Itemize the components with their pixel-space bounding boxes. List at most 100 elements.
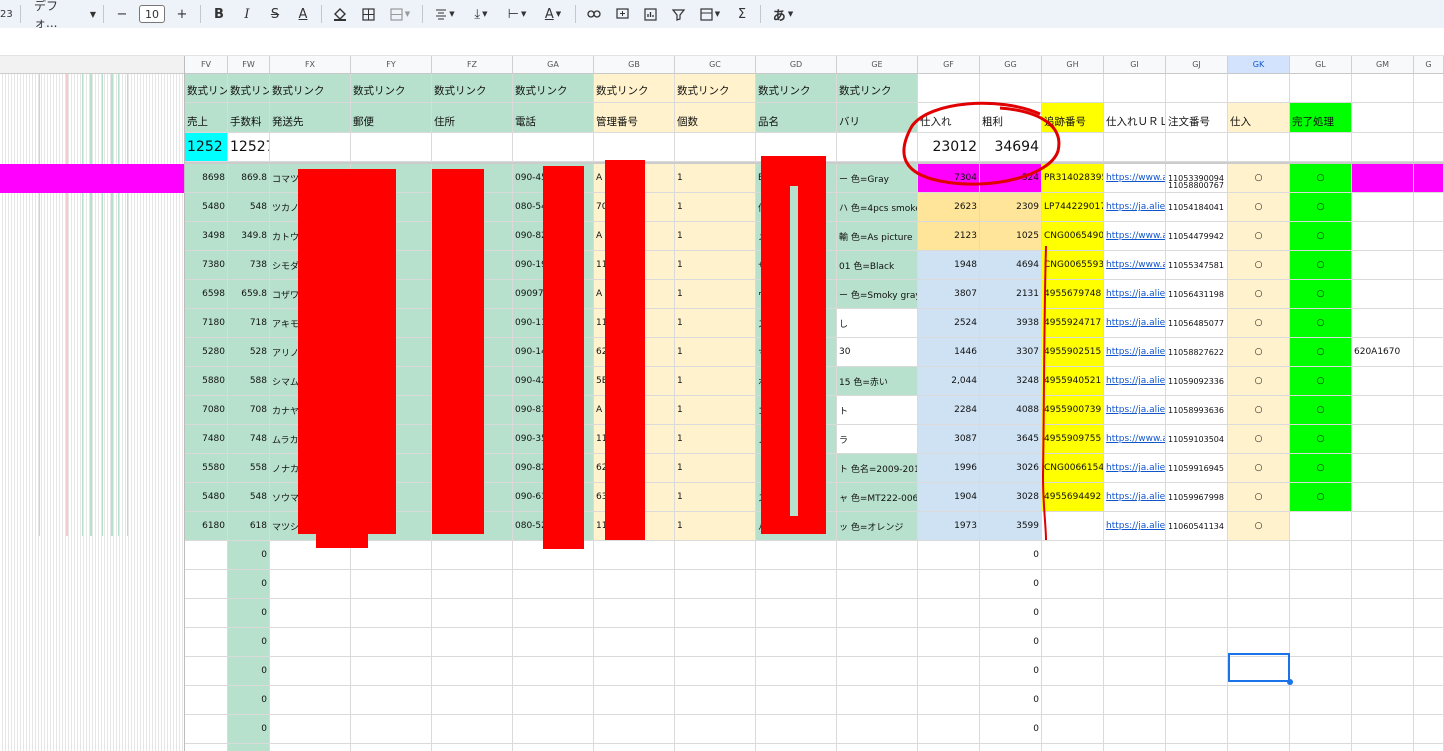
formula-label-cell[interactable]: 数式リンク: [837, 74, 918, 103]
empty-cell[interactable]: [594, 628, 675, 657]
empty-cell[interactable]: [1228, 570, 1290, 599]
table-cell[interactable]: 4955900739: [1042, 396, 1104, 425]
table-cell[interactable]: [1414, 280, 1444, 309]
table-cell[interactable]: [1414, 512, 1444, 541]
empty-cell[interactable]: [1290, 657, 1352, 686]
table-cell[interactable]: [1290, 512, 1352, 541]
functions-button[interactable]: Σ: [731, 3, 753, 25]
empty-cell[interactable]: [918, 599, 980, 628]
column-header-gg[interactable]: GG: [980, 56, 1042, 74]
total-cell[interactable]: 1252: [185, 133, 228, 162]
empty-cell[interactable]: [837, 541, 918, 570]
column-header-gb[interactable]: GB: [594, 56, 675, 74]
empty-cell[interactable]: [432, 541, 513, 570]
table-cell[interactable]: 11060541134: [1166, 512, 1228, 541]
empty-cell[interactable]: [432, 570, 513, 599]
table-cell[interactable]: ○: [1290, 222, 1352, 251]
total-cell[interactable]: [1104, 133, 1166, 162]
empty-cell[interactable]: [1166, 541, 1228, 570]
table-cell[interactable]: ハ 色=4pcs smoke: [837, 193, 918, 222]
empty-cell[interactable]: [1414, 744, 1444, 751]
empty-cell[interactable]: [270, 715, 351, 744]
formula-label-cell[interactable]: 数式リンク: [594, 74, 675, 103]
table-cell[interactable]: 5880: [185, 367, 228, 396]
table-cell[interactable]: [1414, 367, 1444, 396]
empty-cell[interactable]: [756, 686, 837, 715]
table-cell[interactable]: 1446: [918, 338, 980, 367]
table-cell[interactable]: ○: [1228, 309, 1290, 338]
empty-cell[interactable]: [1290, 744, 1352, 751]
empty-cell[interactable]: [513, 628, 594, 657]
table-cell[interactable]: 3248: [980, 367, 1042, 396]
empty-cell[interactable]: [594, 657, 675, 686]
table-cell[interactable]: 4088: [980, 396, 1042, 425]
table-cell[interactable]: [1352, 367, 1414, 396]
empty-cell[interactable]: [1352, 628, 1414, 657]
table-cell[interactable]: 4955940521: [1042, 367, 1104, 396]
table-cell[interactable]: 1: [675, 280, 756, 309]
table-cell[interactable]: 7380: [185, 251, 228, 280]
text-wrap-button[interactable]: ⊢ ▼: [502, 3, 532, 25]
table-cell[interactable]: 11059967998: [1166, 483, 1228, 512]
table-cell[interactable]: 11059103504: [1166, 425, 1228, 454]
empty-cell[interactable]: [594, 541, 675, 570]
empty-cell[interactable]: [1414, 715, 1444, 744]
table-cell[interactable]: 548: [228, 193, 270, 222]
table-cell[interactable]: https://ja.aliex: [1104, 483, 1166, 512]
table-cell[interactable]: [1352, 164, 1414, 193]
table-cell[interactable]: ー 色=Smoky gray: [837, 280, 918, 309]
empty-cell[interactable]: [513, 570, 594, 599]
total-cell[interactable]: 23012: [918, 133, 980, 162]
column-title-cell[interactable]: 仕入れＵＲＬ: [1104, 103, 1166, 133]
empty-cell[interactable]: [513, 657, 594, 686]
column-header-gd[interactable]: GD: [756, 56, 837, 74]
table-cell[interactable]: ○: [1290, 309, 1352, 338]
formula-label-cell[interactable]: 数式リンク: [756, 74, 837, 103]
table-cell[interactable]: 5480: [185, 193, 228, 222]
empty-cell[interactable]: [185, 541, 228, 570]
table-cell[interactable]: 1: [675, 512, 756, 541]
column-title-cell[interactable]: 仕入れ: [918, 103, 980, 133]
table-cell[interactable]: 4694: [980, 251, 1042, 280]
empty-cell[interactable]: [1166, 715, 1228, 744]
column-title-cell[interactable]: バリ: [837, 103, 918, 133]
empty-cell[interactable]: [1166, 628, 1228, 657]
table-cell[interactable]: [1352, 193, 1414, 222]
empty-cell[interactable]: [1352, 715, 1414, 744]
filter-button[interactable]: [667, 3, 689, 25]
empty-cell[interactable]: [185, 628, 228, 657]
empty-cell[interactable]: [1414, 541, 1444, 570]
table-cell[interactable]: 5480: [185, 483, 228, 512]
table-cell[interactable]: [1414, 193, 1444, 222]
total-cell[interactable]: [432, 133, 513, 162]
column-title-cell[interactable]: 完了処理: [1290, 103, 1352, 133]
table-cell[interactable]: ○: [1290, 367, 1352, 396]
column-header-ga[interactable]: GA: [513, 56, 594, 74]
empty-cell[interactable]: [185, 570, 228, 599]
empty-cell[interactable]: [1414, 570, 1444, 599]
empty-cell[interactable]: [675, 686, 756, 715]
table-cell[interactable]: [1414, 164, 1444, 193]
table-cell[interactable]: ○: [1290, 164, 1352, 193]
total-cell[interactable]: [837, 133, 918, 162]
table-cell[interactable]: 1948: [918, 251, 980, 280]
table-cell[interactable]: 588: [228, 367, 270, 396]
column-title-cell[interactable]: [1352, 103, 1414, 133]
empty-cell[interactable]: [1352, 599, 1414, 628]
column-title-cell[interactable]: 個数: [675, 103, 756, 133]
empty-cell[interactable]: [351, 657, 432, 686]
column-header-gk[interactable]: GK: [1228, 56, 1290, 74]
empty-cell[interactable]: 0: [980, 570, 1042, 599]
empty-cell[interactable]: [351, 570, 432, 599]
table-cell[interactable]: 6180: [185, 512, 228, 541]
table-cell[interactable]: 2123: [918, 222, 980, 251]
empty-cell[interactable]: [1042, 570, 1104, 599]
formula-label-cell[interactable]: [1042, 74, 1104, 103]
empty-cell[interactable]: [594, 744, 675, 751]
table-cell[interactable]: [1414, 483, 1444, 512]
table-cell[interactable]: ○: [1228, 280, 1290, 309]
table-cell[interactable]: ○: [1290, 193, 1352, 222]
empty-cell[interactable]: [270, 657, 351, 686]
empty-cell[interactable]: [837, 599, 918, 628]
table-cell[interactable]: ○: [1228, 164, 1290, 193]
